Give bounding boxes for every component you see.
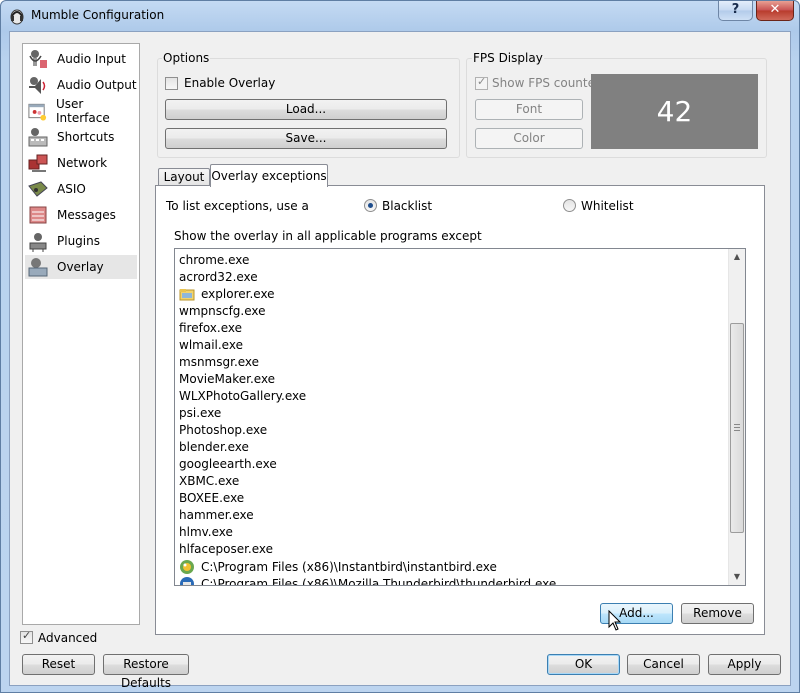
load-button[interactable]: Load... — [165, 99, 447, 120]
tab-layout[interactable]: Layout — [158, 168, 210, 186]
list-item[interactable]: C:\Program Files (x86)\Mozilla Thunderbi… — [179, 575, 556, 585]
scrollbar-thumb[interactable] — [730, 323, 744, 533]
fps-display-group-title: FPS Display — [472, 51, 544, 65]
title-bar[interactable]: Mumble Configuration ? ✕ — [1, 1, 799, 31]
sidebar-item-user-interface[interactable]: User Interface — [25, 97, 137, 125]
list-item[interactable]: MovieMaker.exe — [179, 370, 275, 387]
mouse-cursor-icon — [608, 610, 622, 631]
list-item[interactable]: googleearth.exe — [179, 455, 277, 472]
folder-icon — [179, 288, 195, 300]
scroll-up-arrow-icon[interactable]: ▲ — [729, 249, 745, 265]
save-button[interactable]: Save... — [165, 128, 447, 149]
list-item[interactable]: WLXPhotoGallery.exe — [179, 387, 306, 404]
instantbird-icon — [180, 559, 194, 574]
list-item[interactable]: hlfaceposer.exe — [179, 540, 273, 557]
settings-category-list[interactable]: Audio Input Audio Output User Interface … — [22, 43, 140, 625]
mumble-configuration-window: Mumble Configuration ? ✕ Audio Input Aud… — [0, 0, 800, 693]
list-item[interactable]: chrome.exe — [179, 251, 249, 268]
advanced-label: Advanced — [38, 631, 98, 645]
sidebar-item-label: Overlay — [57, 260, 104, 274]
tab-overlay-exceptions[interactable]: Overlay exceptions — [210, 164, 328, 187]
restore-defaults-button[interactable]: Restore Defaults — [103, 654, 189, 690]
window-title: Mumble Configuration — [31, 8, 165, 22]
list-item[interactable]: Photoshop.exe — [179, 421, 267, 438]
sidebar-item-label: Plugins — [57, 234, 100, 248]
sidebar-item-label: Shortcuts — [57, 130, 115, 144]
plugins-icon — [29, 233, 47, 252]
user-interface-icon — [28, 103, 47, 121]
scrollbar-grip-icon — [734, 424, 740, 431]
sidebar-item-label: ASIO — [57, 182, 86, 196]
microphone-icon — [29, 50, 47, 68]
list-item[interactable]: hammer.exe — [179, 506, 254, 523]
list-item[interactable]: BOXEE.exe — [179, 489, 244, 506]
options-group-title: Options — [162, 51, 211, 65]
overlay-exceptions-panel: To list exceptions, use a Blacklist Whit… — [155, 185, 765, 635]
font-button[interactable]: Font — [475, 99, 583, 120]
blacklist-label: Blacklist — [382, 199, 433, 213]
list-item[interactable]: C:\Program Files (x86)\Instantbird\insta… — [179, 558, 497, 575]
sidebar-item-plugins[interactable]: Plugins — [25, 229, 137, 253]
list-item[interactable]: explorer.exe — [179, 285, 275, 302]
sidebar-item-asio[interactable]: ASIO — [25, 177, 137, 201]
overlay-icon — [28, 258, 48, 277]
asio-icon — [28, 181, 48, 197]
whitelist-radio[interactable] — [563, 199, 576, 212]
enable-overlay-label: Enable Overlay — [184, 76, 276, 90]
list-item[interactable]: msnmsgr.exe — [179, 353, 259, 370]
scroll-down-arrow-icon[interactable]: ▼ — [729, 569, 745, 585]
sidebar-item-messages[interactable]: Messages — [25, 203, 137, 227]
network-icon — [28, 154, 48, 172]
list-item[interactable]: wlmail.exe — [179, 336, 243, 353]
list-scrollbar[interactable]: ▲ ▼ — [728, 249, 745, 585]
program-exceptions-list[interactable]: chrome.exe acrord32.exe explorer.exe wmp… — [174, 248, 746, 586]
whitelist-label: Whitelist — [581, 199, 634, 213]
sidebar-item-network[interactable]: Network — [25, 151, 137, 175]
cancel-button[interactable]: Cancel — [627, 654, 700, 675]
sidebar-item-label: Network — [57, 156, 108, 170]
list-item[interactable]: acrord32.exe — [179, 268, 258, 285]
dialog-client-area: Audio Input Audio Output User Interface … — [9, 31, 791, 690]
sidebar-item-shortcuts[interactable]: Shortcuts — [25, 125, 137, 149]
help-button[interactable]: ? — [718, 1, 753, 21]
list-item[interactable]: firefox.exe — [179, 319, 242, 336]
list-item[interactable]: hlmv.exe — [179, 523, 233, 540]
fps-preview: 42 — [591, 74, 758, 149]
list-caption: Show the overlay in all applicable progr… — [174, 229, 482, 243]
sidebar-item-audio-input[interactable]: Audio Input — [25, 47, 137, 71]
blacklist-radio[interactable] — [364, 199, 377, 212]
apply-button[interactable]: Apply — [708, 654, 781, 675]
speaker-icon — [29, 77, 46, 94]
sidebar-item-label: Audio Output — [57, 78, 137, 92]
sidebar-item-label: User Interface — [56, 97, 110, 125]
ok-button[interactable]: OK — [547, 654, 620, 675]
sidebar-item-overlay[interactable]: Overlay — [25, 255, 137, 279]
keyboard-icon — [28, 128, 48, 147]
exceptions-prompt: To list exceptions, use a — [166, 199, 309, 213]
list-item[interactable]: XBMC.exe — [179, 472, 239, 489]
sidebar-item-label: Messages — [57, 208, 116, 222]
remove-button[interactable]: Remove — [681, 603, 754, 624]
reset-button[interactable]: Reset — [22, 654, 95, 675]
list-item[interactable]: psi.exe — [179, 404, 221, 421]
sidebar-item-label: Audio Input — [57, 52, 126, 66]
show-fps-counter-label: Show FPS counter — [492, 76, 600, 90]
show-fps-counter-checkbox[interactable] — [475, 75, 488, 90]
advanced-checkbox[interactable] — [20, 629, 33, 644]
list-item[interactable]: blender.exe — [179, 438, 249, 455]
sidebar-item-audio-output[interactable]: Audio Output — [25, 73, 137, 97]
list-item[interactable]: wmpnscfg.exe — [179, 302, 266, 319]
thunderbird-icon — [180, 576, 194, 585]
mumble-app-icon — [10, 9, 24, 25]
close-button[interactable]: ✕ — [756, 1, 794, 21]
enable-overlay-checkbox[interactable] — [165, 77, 178, 90]
color-button[interactable]: Color — [475, 128, 583, 149]
messages-icon — [29, 206, 47, 224]
